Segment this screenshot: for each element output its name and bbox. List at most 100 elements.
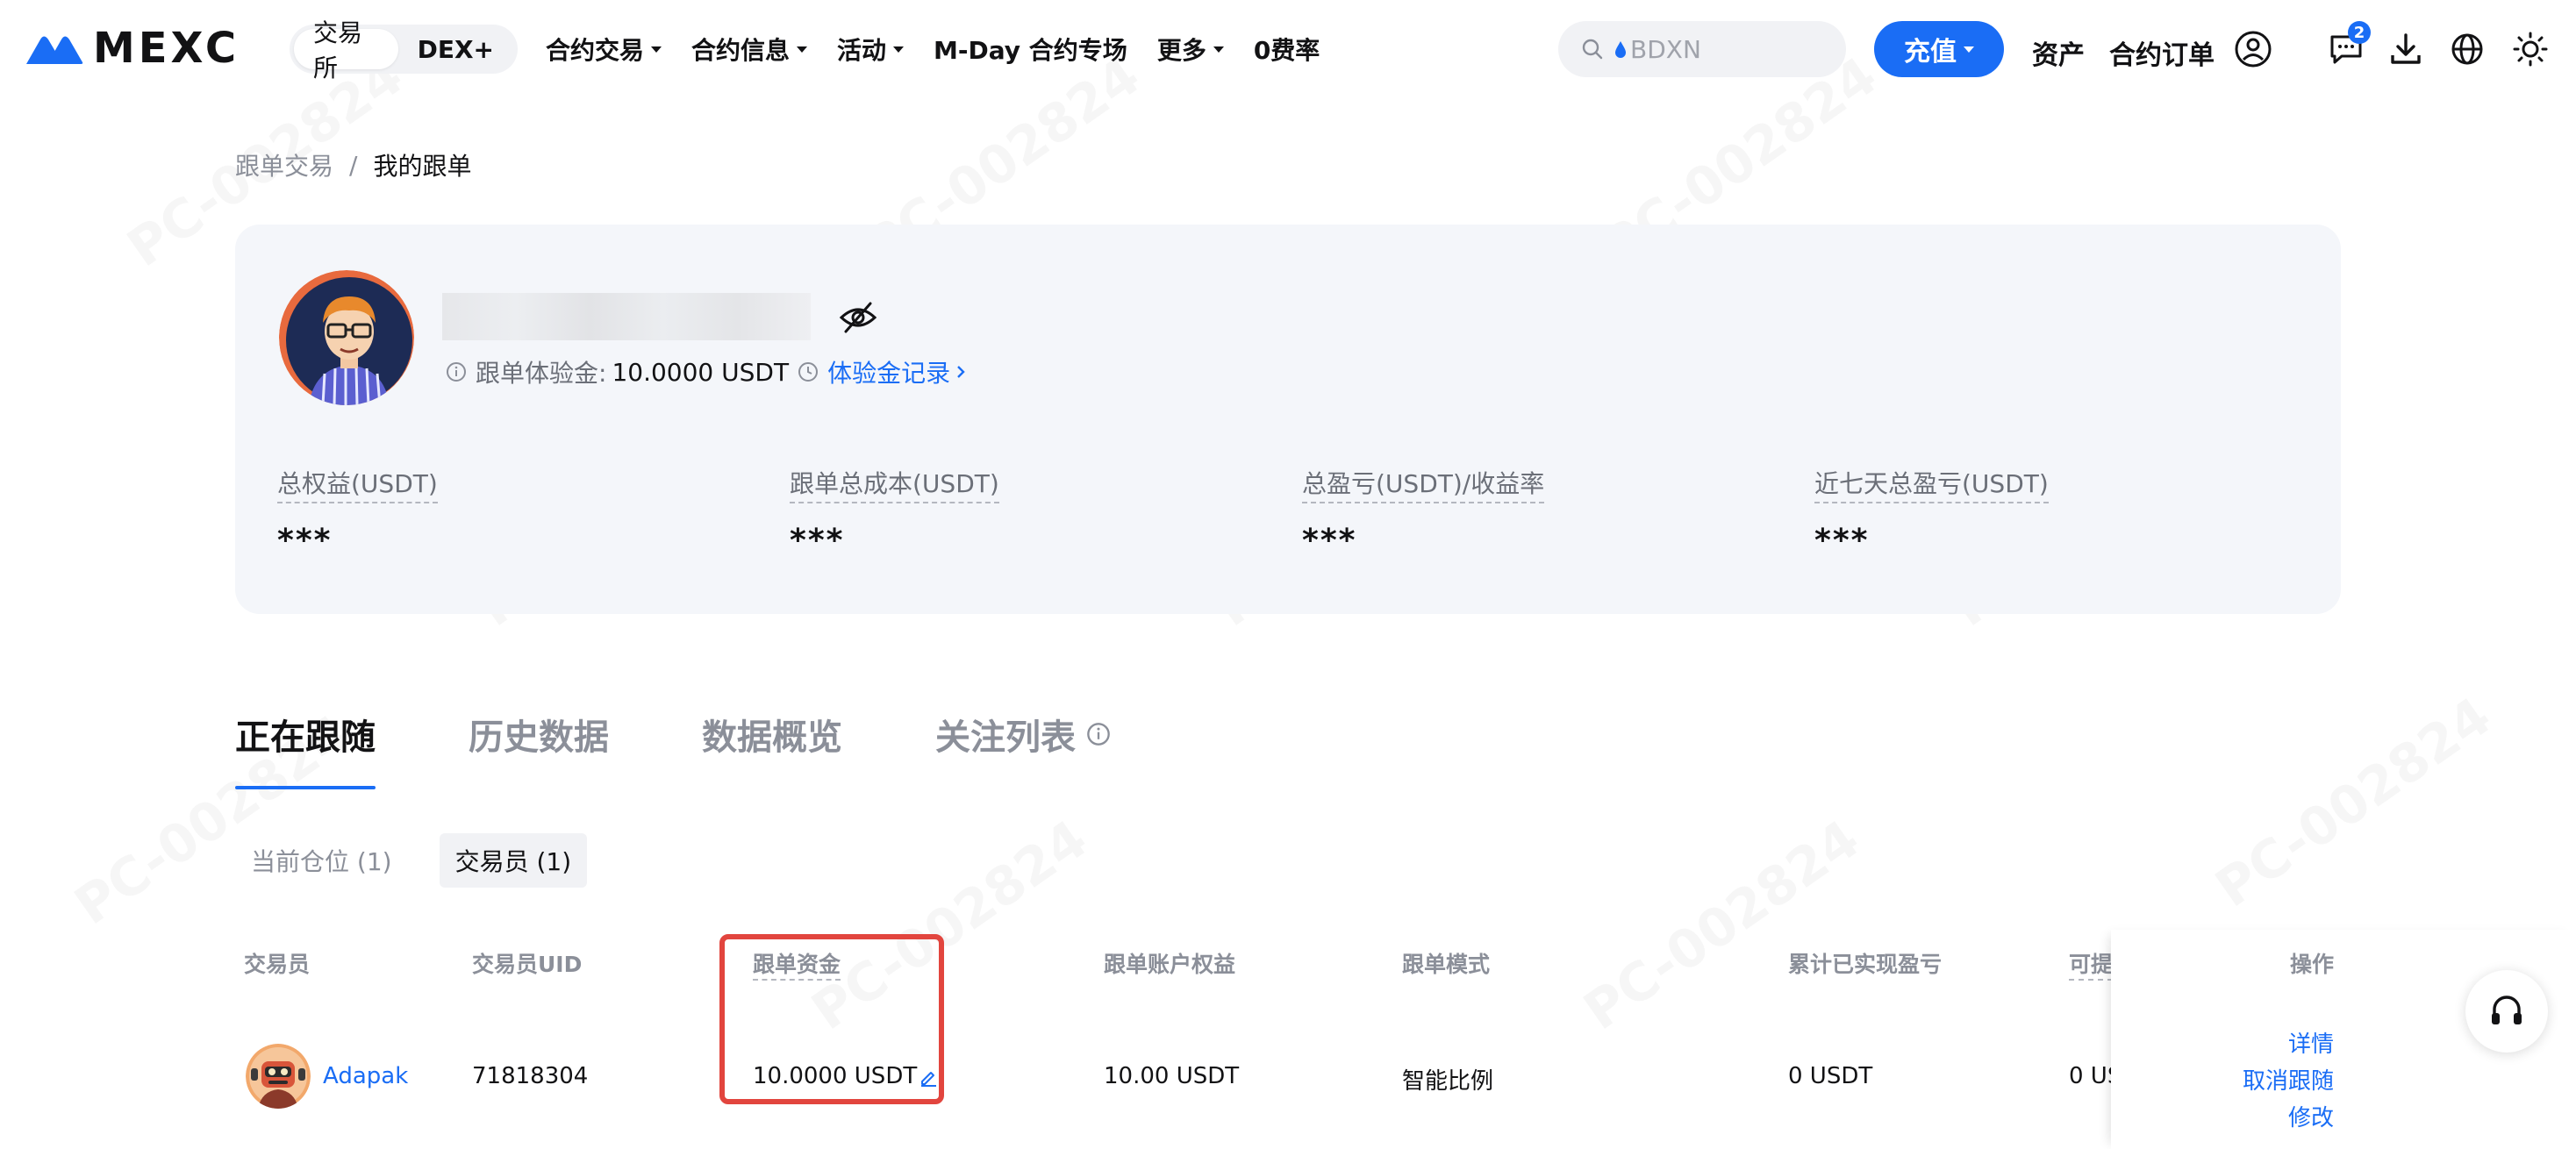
info-icon[interactable] (446, 361, 467, 382)
stat-value: *** (277, 523, 333, 559)
customer-support-button[interactable] (2465, 970, 2548, 1053)
globe-icon[interactable] (2448, 30, 2487, 68)
trial-funds-value: 10.0000 USDT (612, 357, 790, 387)
stat-total-equity: 总权益(USDT) *** (277, 465, 438, 559)
column-header-copy-mode: 跟单模式 (1402, 952, 1491, 977)
trader-avatar[interactable] (246, 1044, 311, 1109)
tab-watchlist[interactable]: 关注列表 (935, 709, 1111, 760)
mexc-logo-icon (26, 36, 83, 64)
stat-value: *** (1302, 523, 1357, 559)
breadcrumb: 跟单交易 / 我的跟单 (235, 147, 471, 182)
message-icon[interactable]: 2 (2327, 21, 2371, 68)
deposit-button[interactable]: 充值 (1874, 21, 2004, 77)
nav-assets[interactable]: 资产 (2032, 33, 2085, 72)
profile-summary-card: 跟单体验金: 10.0000 USDT 体验金记录 总权益(USDT) *** … (235, 225, 2341, 614)
stat-value: *** (1814, 523, 1870, 559)
nav-link-label: 更多 (1156, 36, 1206, 65)
deposit-label: 充值 (1904, 37, 1957, 68)
nav-events[interactable]: 活动 (837, 32, 905, 67)
chevron-right-icon (957, 366, 965, 378)
column-header-realized-pnl: 累计已实现盈亏 (1788, 952, 1943, 977)
nav-zero-fee[interactable]: 0费率 (1254, 32, 1320, 67)
search-icon (1582, 39, 1603, 60)
search-placeholder: BDXN (1614, 35, 1701, 64)
stat-total-cost: 跟单总成本(USDT) *** (790, 465, 999, 559)
nav-mday[interactable]: M-Day 合约专场 (934, 32, 1127, 67)
search-placeholder-text: BDXN (1630, 34, 1701, 64)
column-header-account-equity: 跟单账户权益 (1104, 952, 1236, 977)
column-header-actions: 操作 (2289, 952, 2334, 977)
clock-icon (798, 362, 819, 382)
chevron-down-icon (1964, 46, 1974, 53)
cell-copy-funds: 10.0000 USDT (753, 1063, 938, 1089)
details-link[interactable]: 详情 (2288, 1026, 2334, 1059)
market-switch: 交易所 DEX+ (290, 18, 518, 82)
nav-link-label: 0费率 (1253, 36, 1320, 65)
modify-link[interactable]: 修改 (2288, 1100, 2334, 1132)
nav-link-label: 合约信息 (691, 36, 791, 65)
cell-realized-pnl: 0 USDT (1788, 1063, 1873, 1089)
stat-label[interactable]: 总权益(USDT) (277, 465, 438, 503)
sub-tabs: 当前仓位 (1) 交易员 (1) (235, 833, 619, 888)
token-drop-icon (1615, 41, 1626, 58)
breadcrumb-separator: / (349, 150, 358, 180)
breadcrumb-current: 我的跟单 (373, 152, 472, 181)
trial-record-label: 体验金记录 (827, 359, 951, 388)
nav-futures-trading[interactable]: 合约交易 (546, 32, 662, 67)
nav-link-label: 合约交易 (546, 36, 645, 65)
column-header-withdrawable[interactable]: 可提 (2069, 947, 2114, 981)
subtab-traders[interactable]: 交易员 (1) (439, 833, 588, 888)
stat-label[interactable]: 总盈亏(USDT)/收益率 (1302, 465, 1545, 503)
main-tabs: 正在跟随 历史数据 数据概览 关注列表 (235, 709, 1204, 789)
market-switch-dex[interactable]: DEX+ (398, 29, 513, 69)
mexc-logo[interactable]: MEXC (26, 24, 240, 73)
market-switch-exchange[interactable]: 交易所 (294, 18, 398, 82)
eye-off-icon[interactable] (839, 300, 877, 335)
info-icon[interactable] (1086, 722, 1111, 746)
column-header-trader: 交易员 (244, 952, 311, 977)
copy-funds-value: 10.0000 USDT (753, 1063, 918, 1089)
nav-more[interactable]: 更多 (1157, 32, 1224, 67)
logo-text: MEXC (93, 24, 240, 73)
edit-icon[interactable] (919, 1067, 938, 1087)
chevron-down-icon (651, 46, 662, 53)
sun-icon[interactable] (2511, 30, 2550, 68)
tab-history[interactable]: 历史数据 (469, 709, 609, 760)
user-icon[interactable] (2234, 30, 2272, 68)
unfollow-link[interactable]: 取消跟随 (2243, 1063, 2334, 1095)
nav-links: 合约交易 合约信息 活动 M-Day 合约专场 更多 0费率 (546, 25, 1349, 74)
chevron-down-icon (1213, 46, 1224, 53)
search-input[interactable]: BDXN (1558, 21, 1846, 77)
cell-copy-mode: 智能比例 (1402, 1068, 1494, 1095)
nav-link-label: M-Day 合约专场 (934, 36, 1127, 65)
avatar (279, 270, 414, 405)
trial-funds-row: 跟单体验金: 10.0000 USDT 体验金记录 (446, 353, 966, 391)
stat-label[interactable]: 跟单总成本(USDT) (790, 465, 999, 503)
trial-funds-label: 跟单体验金: (476, 359, 607, 388)
trader-name-link[interactable]: Adapak (323, 1063, 408, 1089)
nav-futures-orders[interactable]: 合约订单 (2109, 33, 2215, 72)
subtab-positions[interactable]: 当前仓位 (1) (235, 833, 408, 888)
breadcrumb-copy-trading[interactable]: 跟单交易 (235, 147, 333, 182)
chevron-down-icon (797, 46, 808, 53)
trial-record-link[interactable]: 体验金记录 (827, 354, 966, 389)
stat-value: *** (790, 523, 845, 559)
nav-link-label: 活动 (837, 36, 887, 65)
column-header-trader-uid: 交易员UID (472, 952, 583, 977)
stat-7day-pnl: 近七天总盈亏(USDT) *** (1814, 465, 2049, 559)
stat-label: 近七天总盈亏(USDT) (1814, 465, 2049, 503)
tab-watchlist-label: 关注列表 (935, 717, 1076, 758)
watermark: PC-002824 (1573, 809, 1871, 1043)
username-masked (442, 293, 811, 340)
chevron-down-icon (893, 46, 905, 53)
cell-account-equity: 10.00 USDT (1104, 1063, 1240, 1089)
watermark: PC-002824 (2205, 686, 2502, 920)
tab-following[interactable]: 正在跟随 (235, 709, 376, 789)
download-icon[interactable] (2386, 30, 2425, 68)
message-count-badge: 2 (2348, 21, 2371, 44)
tab-overview[interactable]: 数据概览 (702, 709, 842, 760)
headset-icon (2492, 996, 2522, 1024)
cell-trader-uid: 71818304 (472, 1063, 589, 1089)
nav-futures-info[interactable]: 合约信息 (691, 32, 808, 67)
top-navbar: MEXC 交易所 DEX+ 合约交易 合约信息 活动 M-Day 合约专场 更多… (0, 0, 2576, 98)
